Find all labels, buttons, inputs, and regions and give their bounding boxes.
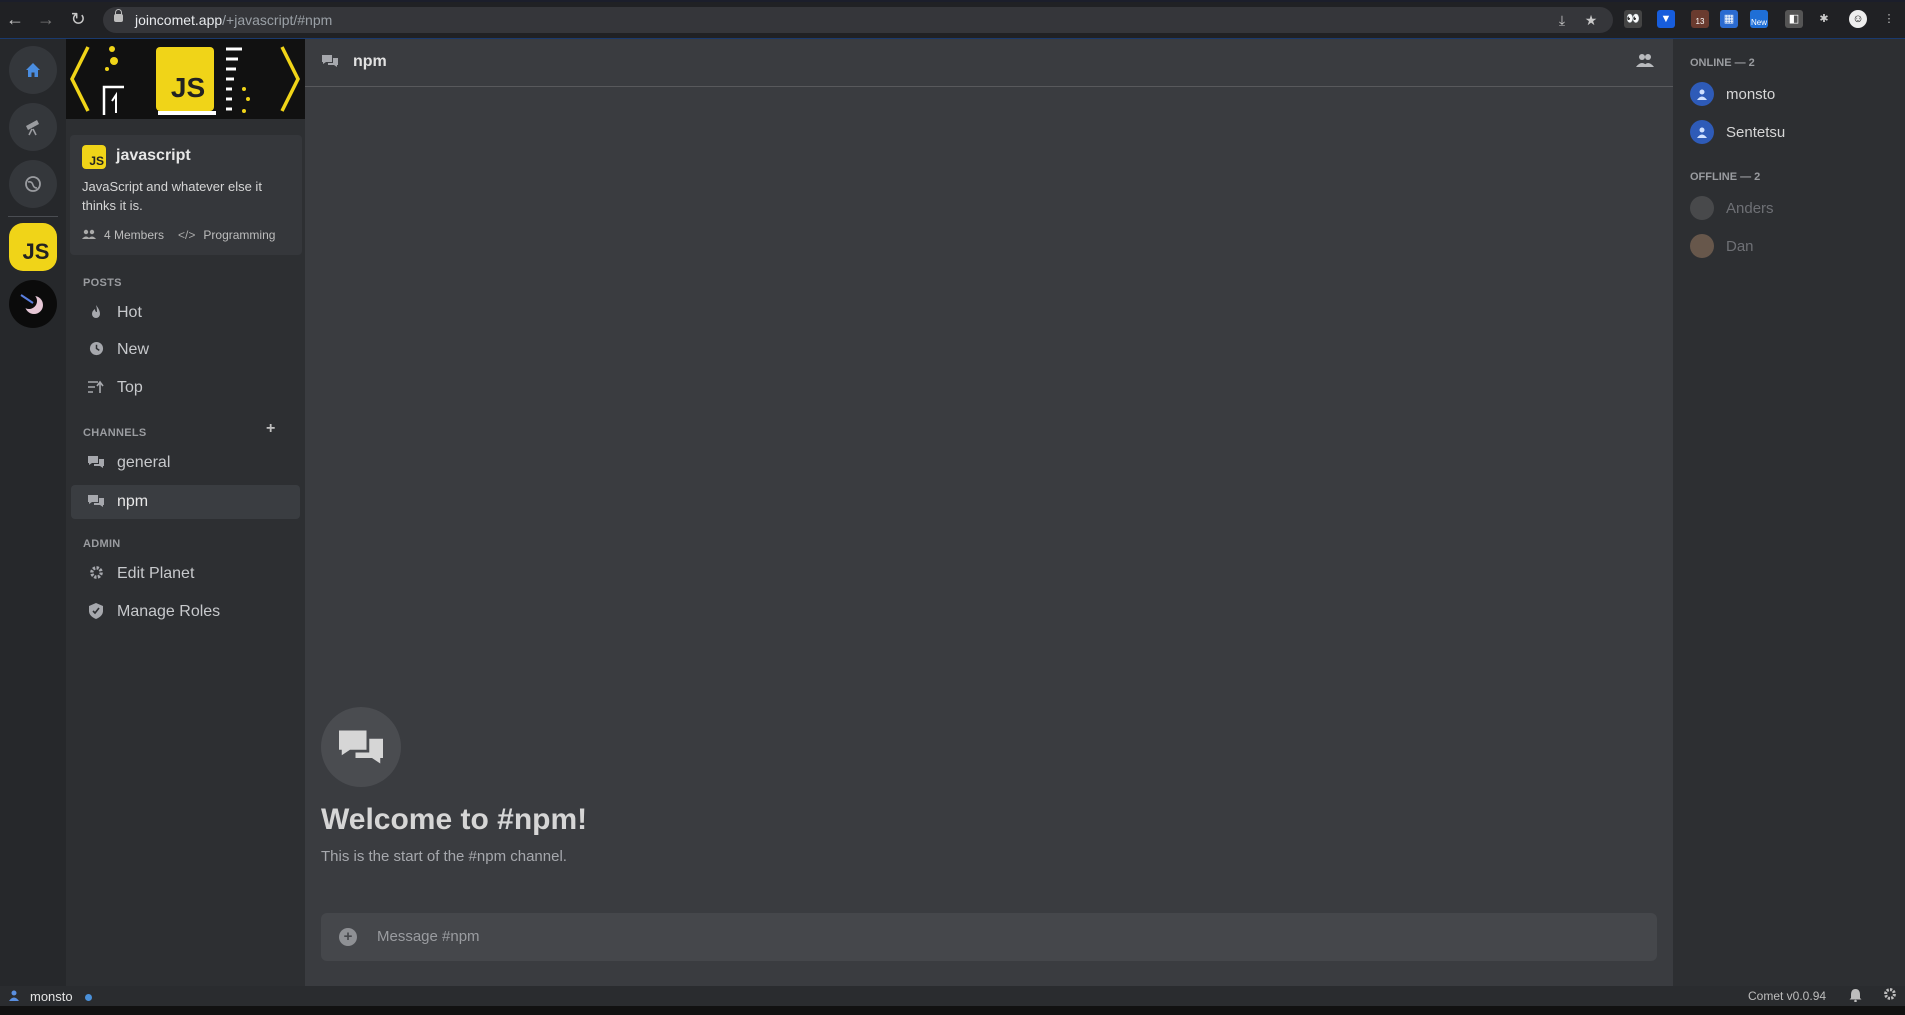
nav-item-hot[interactable]: Hot <box>71 296 300 330</box>
tab-strip-edge <box>0 0 1905 2</box>
message-composer[interactable]: + Message #npm <box>321 913 1657 961</box>
profile-avatar-icon[interactable]: ☺ <box>1849 10 1867 28</box>
channel-view: npm Welcome to #npm! This is the start o… <box>305 39 1673 986</box>
extension-window-icon[interactable]: ▦ <box>1720 10 1738 28</box>
extension-eyes-icon[interactable]: 👀 <box>1624 10 1642 28</box>
install-app-icon[interactable]: ⤓ <box>1553 11 1571 29</box>
member-item-dan[interactable]: Dan <box>1690 231 1754 261</box>
welcome-chat-icon <box>321 707 401 787</box>
channel-title: npm <box>353 53 387 70</box>
nav-item-manage-roles[interactable]: Manage Roles <box>71 595 300 629</box>
admin-section-label: ADMIN <box>83 538 121 550</box>
sort-icon <box>87 380 105 397</box>
online-label: ONLINE — 2 <box>1690 57 1755 69</box>
os-taskbar <box>0 1006 1905 1015</box>
posts-section-label: POSTS <box>83 277 122 289</box>
planet-rail: JS <box>0 39 66 986</box>
member-list-toggle-icon[interactable] <box>1636 53 1654 71</box>
planet-banner: JS <box>66 39 305 119</box>
planet-info-card: JS javascript JavaScript and whatever el… <box>70 135 302 255</box>
welcome-title: Welcome to #npm! <box>321 803 588 836</box>
bell-icon[interactable] <box>1849 988 1862 1005</box>
reload-icon[interactable]: ↻ <box>67 8 89 30</box>
message-input[interactable]: Message #npm <box>377 928 480 945</box>
members-icon <box>82 228 96 242</box>
offline-label: OFFLINE — 2 <box>1690 171 1761 183</box>
add-attachment-icon[interactable]: + <box>339 928 357 946</box>
current-user-name[interactable]: monsto <box>30 989 73 1004</box>
channel-header: npm <box>305 39 1673 87</box>
address-bar[interactable]: joincomet.app/+javascript/#npm ⤓ ★ <box>103 7 1613 33</box>
planet-meta: 4 Members </> Programming <box>82 228 275 242</box>
nav-item-top[interactable]: Top <box>71 371 300 405</box>
home-icon[interactable] <box>9 46 57 94</box>
menu-dots-icon[interactable]: ⋮ <box>1880 10 1898 28</box>
user-avatar <box>1690 196 1714 220</box>
clock-icon <box>87 341 105 359</box>
chat-icon <box>322 54 338 71</box>
js-planet-icon[interactable]: JS <box>9 223 57 271</box>
channel-item-general[interactable]: general <box>71 446 300 480</box>
user-avatar-icon <box>1690 120 1714 144</box>
fire-icon <box>87 304 105 322</box>
rail-divider <box>8 216 58 217</box>
channel-item-npm[interactable]: npm <box>71 485 300 519</box>
nav-item-edit-planet[interactable]: Edit Planet <box>71 557 300 591</box>
browser-toolbar: ← → ↻ joincomet.app/+javascript/#npm ⤓ ★… <box>0 0 1905 39</box>
user-avatar <box>1690 234 1714 258</box>
settings-gear-icon[interactable] <box>1883 987 1897 1004</box>
planet-name: javascript <box>116 147 191 164</box>
bitwarden-icon[interactable]: ▼ <box>1657 10 1675 28</box>
extension-new-icon[interactable]: New <box>1750 10 1768 28</box>
planet-category: Programming <box>203 228 276 242</box>
url-text: joincomet.app/+javascript/#npm <box>135 12 333 28</box>
member-list: ONLINE — 2 monsto Sentetsu OFFLINE — 2 A… <box>1673 39 1905 986</box>
code-icon: </> <box>178 228 196 242</box>
back-icon[interactable]: ← <box>4 8 26 30</box>
online-status-dot <box>85 994 92 1001</box>
member-count: 4 Members <box>104 228 165 242</box>
comet-planet-icon[interactable] <box>9 280 57 328</box>
status-bar: monsto Comet v0.0.94 <box>0 986 1905 1006</box>
member-item-sentetsu[interactable]: Sentetsu <box>1690 117 1785 147</box>
svg-text:JS: JS <box>171 72 205 103</box>
lock-icon <box>114 9 123 22</box>
user-avatar-icon <box>1690 82 1714 106</box>
globe-icon[interactable] <box>9 160 57 208</box>
planet-sidebar: JS JS javascript JavaScript and whatever… <box>66 39 305 986</box>
chat-icon <box>87 455 105 472</box>
gear-icon <box>87 565 105 583</box>
forward-icon[interactable]: → <box>35 8 57 30</box>
puzzle-icon[interactable]: ✱ <box>1815 10 1833 28</box>
welcome-subtitle: This is the start of the #npm channel. <box>321 848 567 865</box>
extension-square-icon[interactable]: ◧ <box>1785 10 1803 28</box>
app-version: Comet v0.0.94 <box>1748 989 1827 1003</box>
member-item-monsto[interactable]: monsto <box>1690 79 1775 109</box>
bookmark-star-icon[interactable]: ★ <box>1582 11 1600 29</box>
channels-section-label: CHANNELS <box>83 427 147 439</box>
extension-badge-icon[interactable]: 13 <box>1691 10 1709 28</box>
chat-icon <box>87 494 105 511</box>
planet-description: JavaScript and whatever else it thinks i… <box>82 179 262 213</box>
member-item-anders[interactable]: Anders <box>1690 193 1774 223</box>
add-channel-icon[interactable]: + <box>266 420 275 438</box>
nav-item-new[interactable]: New <box>71 333 300 367</box>
planet-avatar: JS <box>82 145 106 169</box>
user-icon <box>8 989 22 1003</box>
telescope-icon[interactable] <box>9 103 57 151</box>
shield-icon <box>87 602 105 622</box>
